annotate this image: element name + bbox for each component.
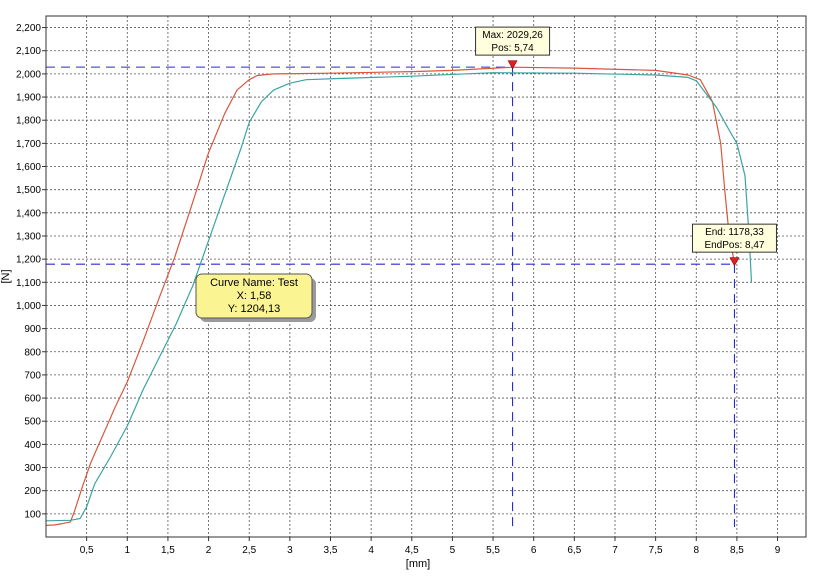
series-layer bbox=[45, 66, 753, 526]
y-tick-label: 900 bbox=[24, 324, 41, 335]
y-tick-label: 2,100 bbox=[16, 46, 41, 57]
y-tick-label: 1,600 bbox=[16, 162, 41, 173]
y-tick-label: 500 bbox=[24, 417, 41, 428]
x-tick-label: 8 bbox=[693, 545, 699, 556]
force-displacement-chart: 0,5 1 1,5 2 2,5 3 3,5 4 4,5 5 5,5 6 6,5 7 7,5 8 8,5 9 100 2… bbox=[0, 0, 817, 571]
tooltip-y-value: Y: 1204,13 bbox=[228, 303, 281, 315]
x-tick-label: 2 bbox=[206, 545, 212, 556]
y-axis-label: [N] bbox=[0, 269, 12, 283]
x-tick-label: 5,5 bbox=[486, 545, 500, 556]
y-tick-label: 300 bbox=[24, 463, 41, 474]
y-tick-label: 1,800 bbox=[16, 116, 41, 127]
max-annotation: Max: 2029,26 Pos: 5,74 bbox=[475, 26, 551, 70]
end-annotation-position: EndPos: 8,47 bbox=[704, 240, 764, 251]
y-tick-label: 1,200 bbox=[16, 255, 41, 266]
x-axis-label: [mm] bbox=[406, 558, 430, 570]
y-tick-label: 800 bbox=[24, 347, 41, 358]
x-tick-label: 2,5 bbox=[242, 545, 256, 556]
y-tick-label: 200 bbox=[24, 486, 41, 497]
reference-lines-layer bbox=[46, 66, 736, 527]
y-tick-label: 100 bbox=[24, 509, 41, 520]
series-line-1 bbox=[45, 66, 736, 526]
x-tick-label: 4,5 bbox=[405, 545, 419, 556]
chart-svg: 0,5 1 1,5 2 2,5 3 3,5 4 4,5 5 5,5 6 6,5 7 7,5 8 8,5 9 100 2… bbox=[0, 15, 807, 570]
y-tick-label: 1,900 bbox=[16, 93, 41, 104]
x-tick-label: 5 bbox=[450, 545, 456, 556]
x-tick-label: 6,5 bbox=[567, 545, 581, 556]
grid-layer bbox=[46, 16, 806, 537]
y-tick-label: 700 bbox=[24, 370, 41, 381]
x-tick-label: 7 bbox=[612, 545, 618, 556]
max-annotation-value: Max: 2029,26 bbox=[482, 30, 543, 41]
y-tick-label: 1,400 bbox=[16, 208, 41, 219]
x-tick-label: 4 bbox=[368, 545, 374, 556]
series-line-2 bbox=[45, 72, 753, 522]
end-marker-triangle bbox=[729, 257, 740, 267]
y-tick-label: 2,200 bbox=[16, 23, 41, 34]
curve-tooltip: Curve Name: Test X: 1,58 Y: 1204,13 bbox=[195, 273, 316, 322]
x-tick-label: 8,5 bbox=[730, 545, 744, 556]
y-tick-label: 1,300 bbox=[16, 231, 41, 242]
y-tick-label: 1,500 bbox=[16, 185, 41, 196]
max-annotation-position: Pos: 5,74 bbox=[491, 43, 534, 54]
x-tick-label: 1 bbox=[125, 545, 131, 556]
x-tick-label: 3 bbox=[287, 545, 293, 556]
plot-frame bbox=[45, 15, 807, 538]
tooltip-curve-name: Curve Name: Test bbox=[210, 277, 298, 289]
x-tick-label: 7,5 bbox=[649, 545, 663, 556]
tick-labels-layer: 0,5 1 1,5 2 2,5 3 3,5 4 4,5 5 5,5 6 6,5 7 7,5 8 8,5 9 100 2… bbox=[16, 23, 781, 556]
end-annotation-value: End: 1178,33 bbox=[705, 227, 764, 238]
x-tick-label: 3,5 bbox=[324, 545, 338, 556]
tooltip-x-value: X: 1,58 bbox=[237, 290, 272, 302]
x-tick-label: 6 bbox=[531, 545, 537, 556]
y-tick-label: 2,000 bbox=[16, 69, 41, 80]
y-tick-label: 1,700 bbox=[16, 139, 41, 150]
y-tick-label: 1,100 bbox=[16, 278, 41, 289]
x-tick-label: 9 bbox=[775, 545, 781, 556]
x-tick-label: 1,5 bbox=[161, 545, 175, 556]
y-tick-label: 400 bbox=[24, 440, 41, 451]
y-tick-label: 1,000 bbox=[16, 301, 41, 312]
y-tick-label: 600 bbox=[24, 394, 41, 405]
x-tick-label: 0,5 bbox=[80, 545, 94, 556]
